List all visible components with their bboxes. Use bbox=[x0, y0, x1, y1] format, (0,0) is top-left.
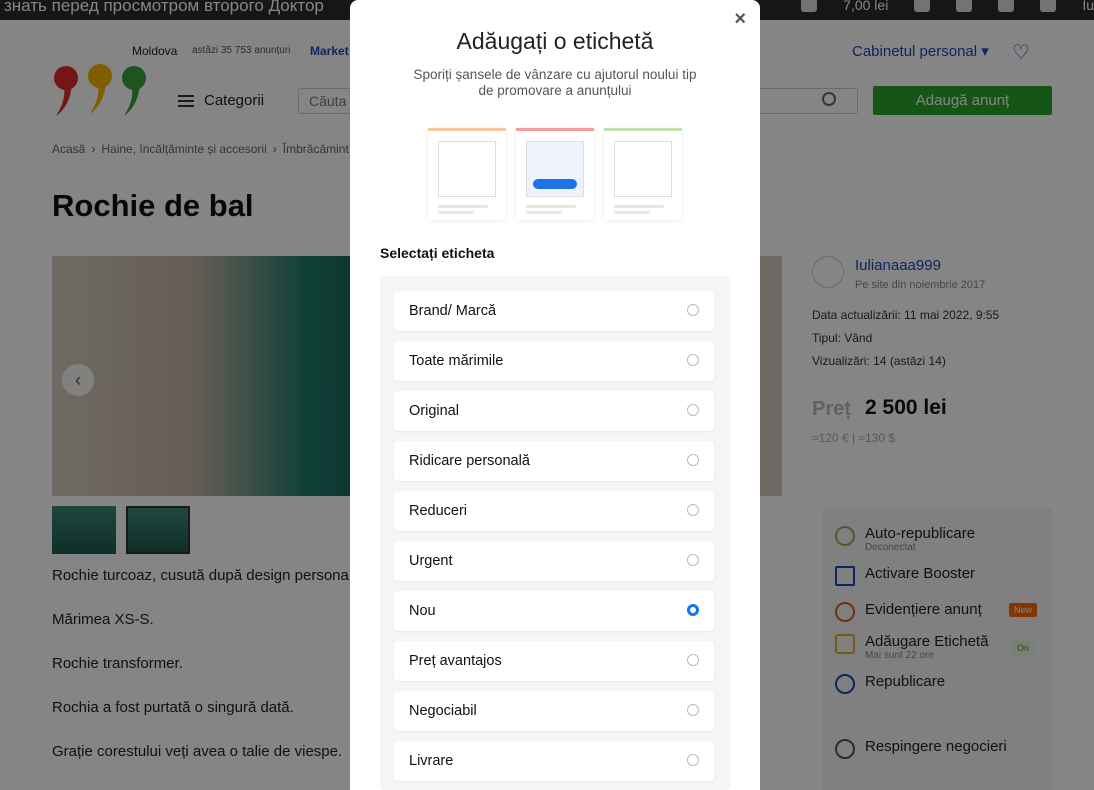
label-option[interactable]: Negociabil bbox=[394, 691, 714, 731]
label-option[interactable]: Nou bbox=[394, 591, 714, 631]
radio-button[interactable] bbox=[687, 454, 699, 466]
label-option-text: Brand/ Marcă bbox=[409, 303, 497, 319]
label-option-text: Original bbox=[409, 403, 459, 419]
label-option[interactable]: Preț avantajos bbox=[394, 641, 714, 681]
label-option-text: Preț avantajos bbox=[409, 653, 502, 669]
label-option[interactable]: Reduceri bbox=[394, 491, 714, 531]
radio-button[interactable] bbox=[687, 704, 699, 716]
label-option-text: Nou bbox=[409, 603, 436, 619]
radio-button[interactable] bbox=[687, 354, 699, 366]
label-illustration bbox=[516, 128, 594, 220]
label-option-text: Toate mărimile bbox=[409, 353, 504, 369]
modal-subtitle: Sporiți șansele de vânzare cu ajutorul n… bbox=[413, 67, 697, 98]
label-option[interactable]: Livrare bbox=[394, 741, 714, 781]
radio-button[interactable] bbox=[687, 754, 699, 766]
radio-button[interactable] bbox=[687, 654, 699, 666]
label-option[interactable]: Brand/ Marcă bbox=[394, 291, 714, 331]
label-option[interactable]: Ridicare personală bbox=[394, 441, 714, 481]
label-pill-icon bbox=[533, 179, 577, 189]
label-option-text: Ridicare personală bbox=[409, 453, 530, 469]
label-option[interactable]: Original bbox=[394, 391, 714, 431]
radio-button[interactable] bbox=[687, 404, 699, 416]
radio-button[interactable] bbox=[687, 504, 699, 516]
radio-button[interactable] bbox=[687, 604, 699, 616]
select-label-heading: Selectați eticheta bbox=[380, 245, 495, 261]
label-illustration bbox=[604, 128, 682, 220]
label-option-text: Livrare bbox=[409, 753, 454, 769]
radio-button[interactable] bbox=[687, 554, 699, 566]
label-option[interactable]: Toate mărimile bbox=[394, 341, 714, 381]
label-option-text: Negociabil bbox=[409, 703, 477, 719]
modal-title: Adăugați o etichetă bbox=[456, 28, 654, 54]
label-option-text: Reduceri bbox=[409, 503, 468, 519]
label-option-text: Urgent bbox=[409, 553, 453, 569]
label-illustration bbox=[428, 128, 506, 220]
radio-button[interactable] bbox=[687, 304, 699, 316]
label-option[interactable]: Urgent bbox=[394, 541, 714, 581]
